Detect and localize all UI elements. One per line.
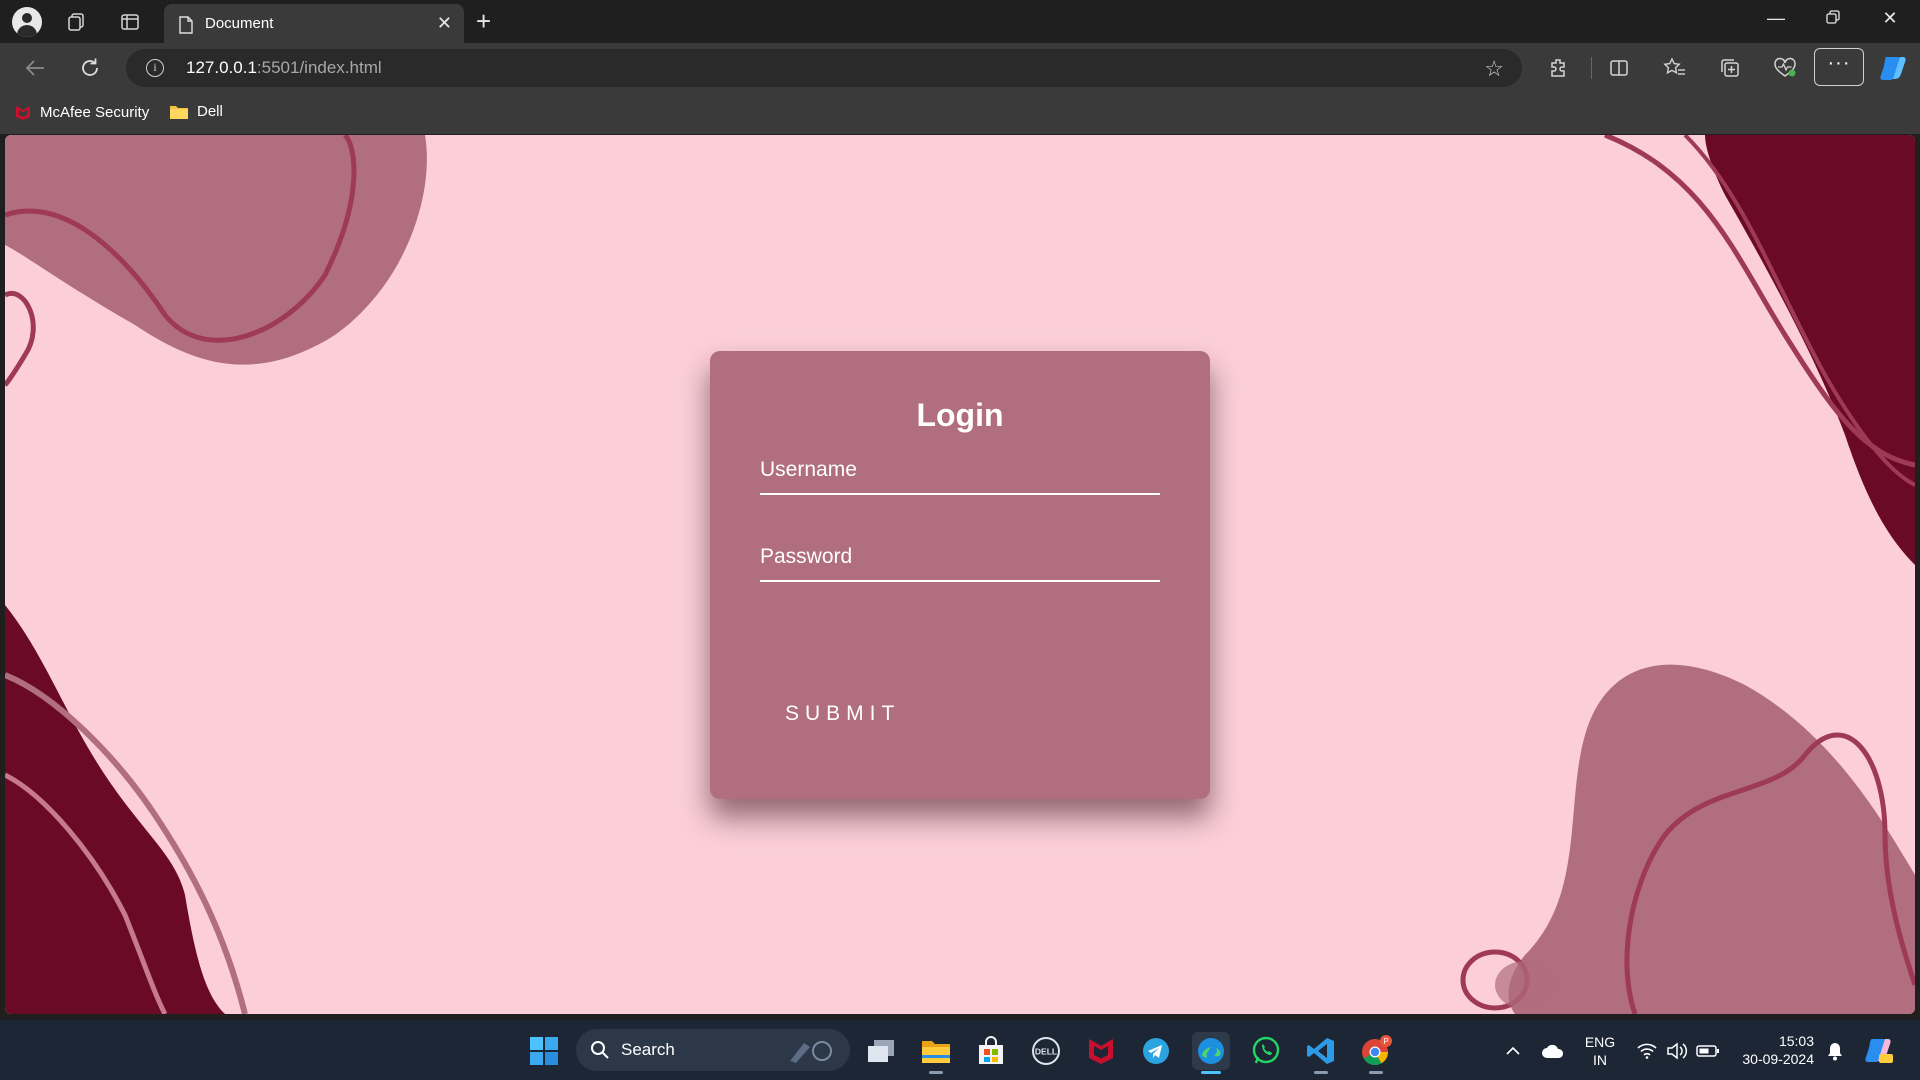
mcafee-icon — [16, 106, 30, 120]
bookmarks-bar: McAfee Security Dell — [0, 93, 1920, 134]
chrome-icon[interactable]: P — [1357, 1032, 1395, 1074]
search-icon — [591, 1041, 609, 1059]
tab-document[interactable]: Document ✕ — [164, 4, 464, 43]
clock[interactable]: 15:03 30-09-2024 — [1734, 1032, 1814, 1068]
svg-text:DELL: DELL — [1035, 1047, 1057, 1057]
address-bar[interactable]: i 127.0.0.1:5501/index.html ☆ — [126, 49, 1522, 87]
refresh-icon[interactable] — [75, 54, 105, 82]
search-highlight-icon — [790, 1041, 832, 1063]
notifications-bell-icon[interactable] — [1816, 1032, 1854, 1070]
back-icon[interactable] — [20, 54, 50, 82]
edge-icon[interactable] — [1192, 1032, 1230, 1074]
file-explorer-icon[interactable] — [917, 1032, 955, 1074]
username-input[interactable] — [760, 453, 1160, 487]
bookmark-mcafee-security[interactable]: McAfee Security — [14, 103, 149, 121]
url-text[interactable]: 127.0.0.1:5501/index.html — [186, 58, 382, 78]
collections-icon[interactable] — [1715, 53, 1745, 83]
toolbar-separator — [1591, 57, 1592, 79]
site-info-icon[interactable]: i — [146, 59, 164, 77]
copilot-icon[interactable] — [1878, 53, 1908, 83]
vertical-tabs-icon[interactable] — [116, 8, 144, 36]
telegram-icon[interactable] — [1137, 1032, 1175, 1070]
onedrive-cloud-icon[interactable] — [1534, 1032, 1572, 1070]
bookmark-dell[interactable]: Dell — [169, 103, 223, 120]
windows-start-icon[interactable] — [525, 1032, 563, 1070]
clock-date: 30-09-2024 — [1742, 1051, 1814, 1067]
close-window-icon[interactable]: ✕ — [1870, 8, 1910, 29]
language-indicator[interactable]: ENG IN — [1580, 1033, 1620, 1069]
settings-more-icon[interactable]: ··· — [1814, 48, 1864, 86]
profile-avatar-icon[interactable] — [12, 7, 42, 37]
document-icon — [179, 16, 193, 34]
whatsapp-icon[interactable] — [1247, 1032, 1285, 1070]
tab-close-icon[interactable]: ✕ — [437, 13, 452, 34]
mcafee-icon[interactable] — [1082, 1032, 1120, 1070]
password-input[interactable] — [760, 540, 1160, 574]
page-viewport: Login SUBMIT — [5, 135, 1915, 1014]
browser-toolbar: i 127.0.0.1:5501/index.html ☆ ··· — [0, 43, 1920, 93]
extensions-icon[interactable] — [1544, 53, 1574, 83]
taskbar-search[interactable]: Search — [576, 1029, 850, 1071]
bookmark-label: McAfee Security — [40, 103, 150, 121]
favorites-icon[interactable] — [1660, 53, 1690, 83]
svg-text:P: P — [1383, 1037, 1388, 1046]
microsoft-store-icon[interactable] — [972, 1032, 1010, 1070]
minimize-icon[interactable]: — — [1756, 8, 1796, 29]
browser-essentials-icon[interactable] — [1770, 53, 1800, 83]
browser-tab-bar: Document ✕ + — ✕ — [0, 0, 1920, 43]
submit-button[interactable]: SUBMIT — [785, 702, 900, 726]
show-hidden-icons-chevron-icon[interactable] — [1494, 1032, 1532, 1070]
vscode-icon[interactable] — [1302, 1032, 1340, 1074]
dell-icon[interactable]: DELL — [1027, 1032, 1065, 1070]
bookmark-label: Dell — [197, 103, 223, 120]
task-view-icon[interactable] — [862, 1032, 900, 1070]
copilot-taskbar-icon[interactable] — [1860, 1032, 1898, 1070]
windows-taskbar: Search DELL P ENG IN 15:03 30-09-2024 — [0, 1020, 1920, 1080]
login-card: Login SUBMIT — [710, 351, 1210, 799]
clock-time: 15:03 — [1778, 1033, 1814, 1049]
login-title: Login — [916, 397, 1004, 433]
new-tab-icon[interactable]: + — [476, 6, 491, 37]
folder-icon — [170, 105, 188, 119]
search-label: Search — [621, 1040, 675, 1059]
split-screen-icon[interactable] — [1604, 53, 1634, 83]
restore-icon[interactable] — [1813, 8, 1853, 29]
workspaces-icon[interactable] — [62, 8, 90, 36]
battery-icon[interactable] — [1689, 1032, 1727, 1070]
favorite-star-icon[interactable]: ☆ — [1484, 56, 1504, 82]
username-field-container — [760, 445, 1160, 495]
tab-title: Document — [205, 15, 274, 32]
password-field-container — [760, 532, 1160, 582]
